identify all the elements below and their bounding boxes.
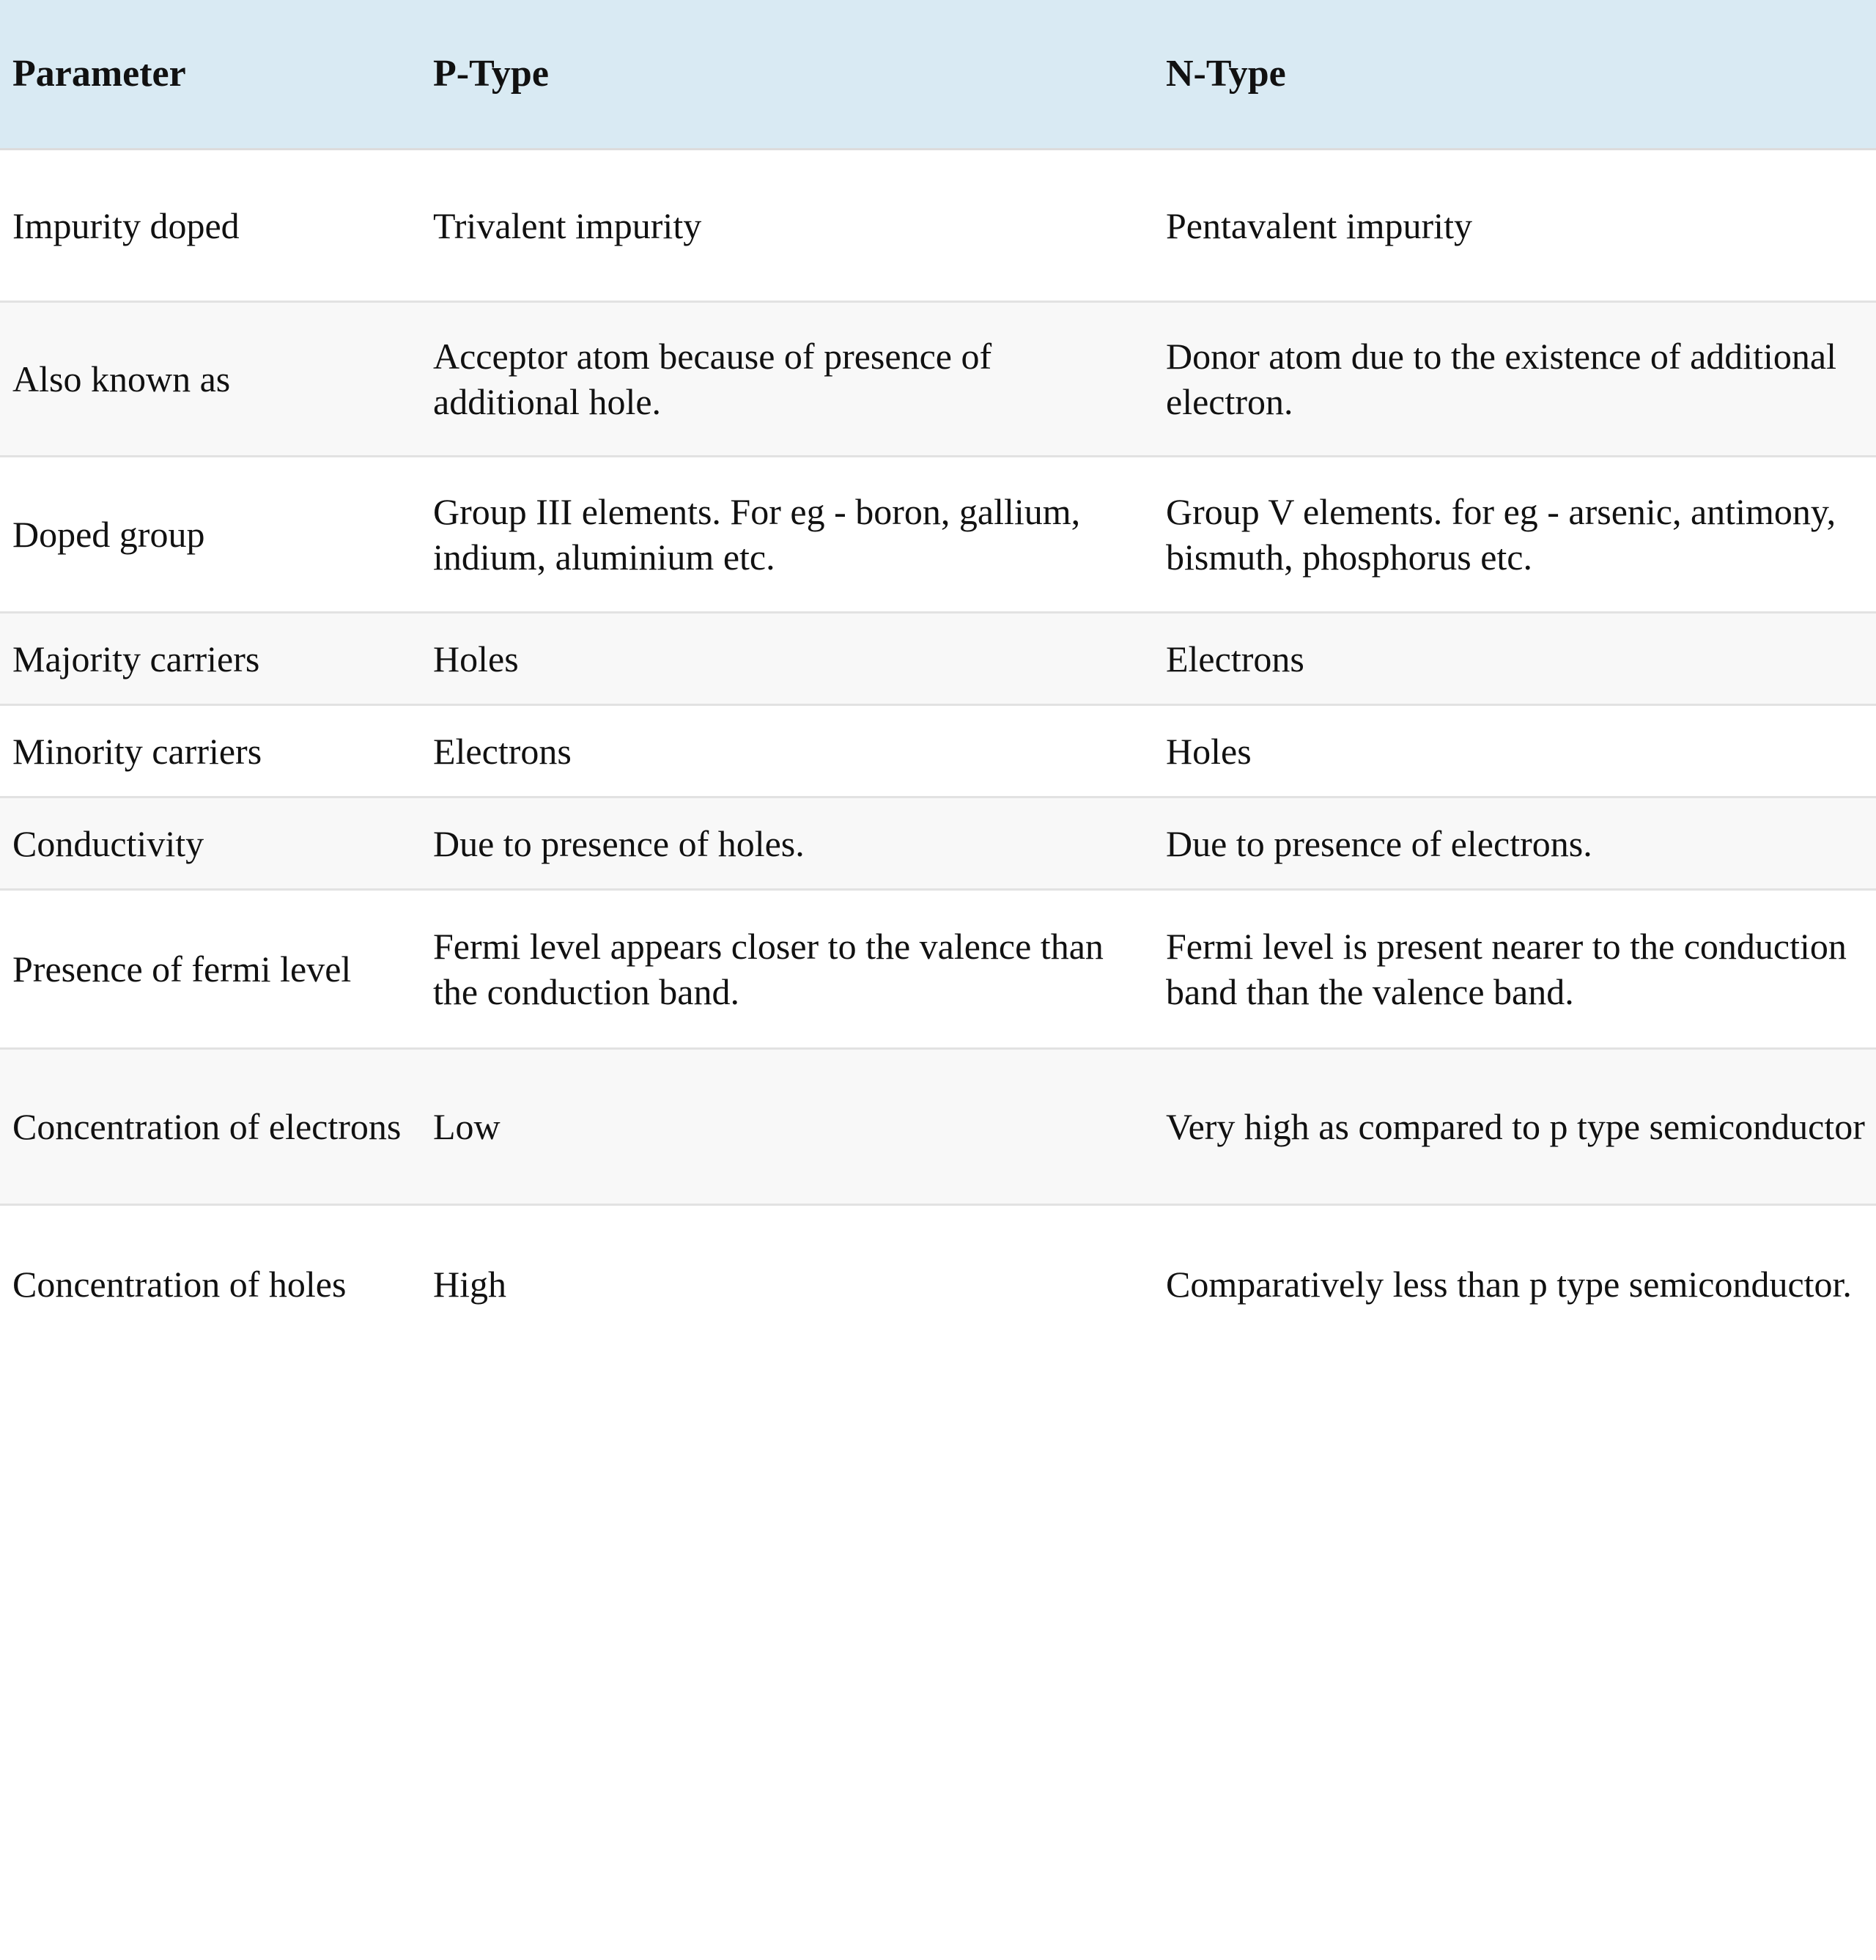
table-row: Doped group Group III elements. For eg -…	[0, 457, 1876, 614]
row-parameter-label: Minority carriers	[12, 730, 262, 772]
row-p-type-value: Group III elements. For eg - boron, gall…	[433, 491, 1081, 578]
column-header-parameter: Parameter	[12, 52, 186, 95]
row-p-type-value: Trivalent impurity	[433, 205, 702, 246]
table-row: Impurity doped Trivalent impurity Pentav…	[0, 150, 1876, 303]
table-row: Presence of fermi level Fermi level appe…	[0, 891, 1876, 1050]
row-parameter-label: Doped group	[12, 514, 205, 555]
table-row: Concentration of holes High Comparativel…	[0, 1206, 1876, 1362]
row-n-type-value: Group V elements. for eg - arsenic, anti…	[1166, 491, 1836, 578]
row-n-type-value: Pentavalent impurity	[1166, 205, 1472, 246]
row-parameter-label: Majority carriers	[12, 638, 260, 679]
row-p-type-value: Electrons	[433, 730, 572, 772]
row-p-type-value: High	[433, 1263, 506, 1305]
row-p-type-value: Holes	[433, 638, 519, 679]
column-header-n-type: N-Type	[1166, 52, 1286, 95]
row-parameter-label: Concentration of holes	[12, 1263, 347, 1305]
row-parameter-label: Concentration of electrons	[12, 1106, 402, 1147]
row-n-type-value: Electrons	[1166, 638, 1304, 679]
row-parameter-label: Conductivity	[12, 822, 204, 864]
row-n-type-value: Due to presence of electrons.	[1166, 822, 1592, 864]
row-n-type-value: Holes	[1166, 730, 1252, 772]
comparison-table: Parameter P-Type N-Type Impurity doped T…	[0, 0, 1876, 1818]
column-header-p-type: P-Type	[433, 52, 549, 95]
row-p-type-value: Low	[433, 1106, 501, 1147]
row-n-type-value: Very high as compared to p type semicond…	[1166, 1106, 1865, 1147]
table-body: Parameter P-Type N-Type Impurity doped T…	[0, 0, 1876, 1362]
row-n-type-value: Donor atom due to the existence of addit…	[1166, 336, 1837, 422]
row-parameter-label: Also known as	[12, 358, 231, 399]
table-row: Conductivity Due to presence of holes. D…	[0, 798, 1876, 891]
row-n-type-value: Comparatively less than p type semicondu…	[1166, 1263, 1852, 1305]
table-row: Also known as Acceptor atom because of p…	[0, 303, 1876, 457]
row-p-type-value: Fermi level appears closer to the valenc…	[433, 926, 1104, 1012]
row-p-type-value: Due to presence of holes.	[433, 822, 805, 864]
row-parameter-label: Impurity doped	[12, 205, 240, 246]
row-parameter-label: Presence of fermi level	[12, 948, 352, 990]
row-p-type-value: Acceptor atom because of presence of add…	[433, 336, 992, 422]
row-n-type-value: Fermi level is present nearer to the con…	[1166, 926, 1847, 1012]
table-row: Concentration of electrons Low Very high…	[0, 1050, 1876, 1206]
table-row: Majority carriers Holes Electrons	[0, 614, 1876, 706]
table-row: Minority carriers Electrons Holes	[0, 706, 1876, 798]
table-header-row: Parameter P-Type N-Type	[0, 0, 1876, 150]
